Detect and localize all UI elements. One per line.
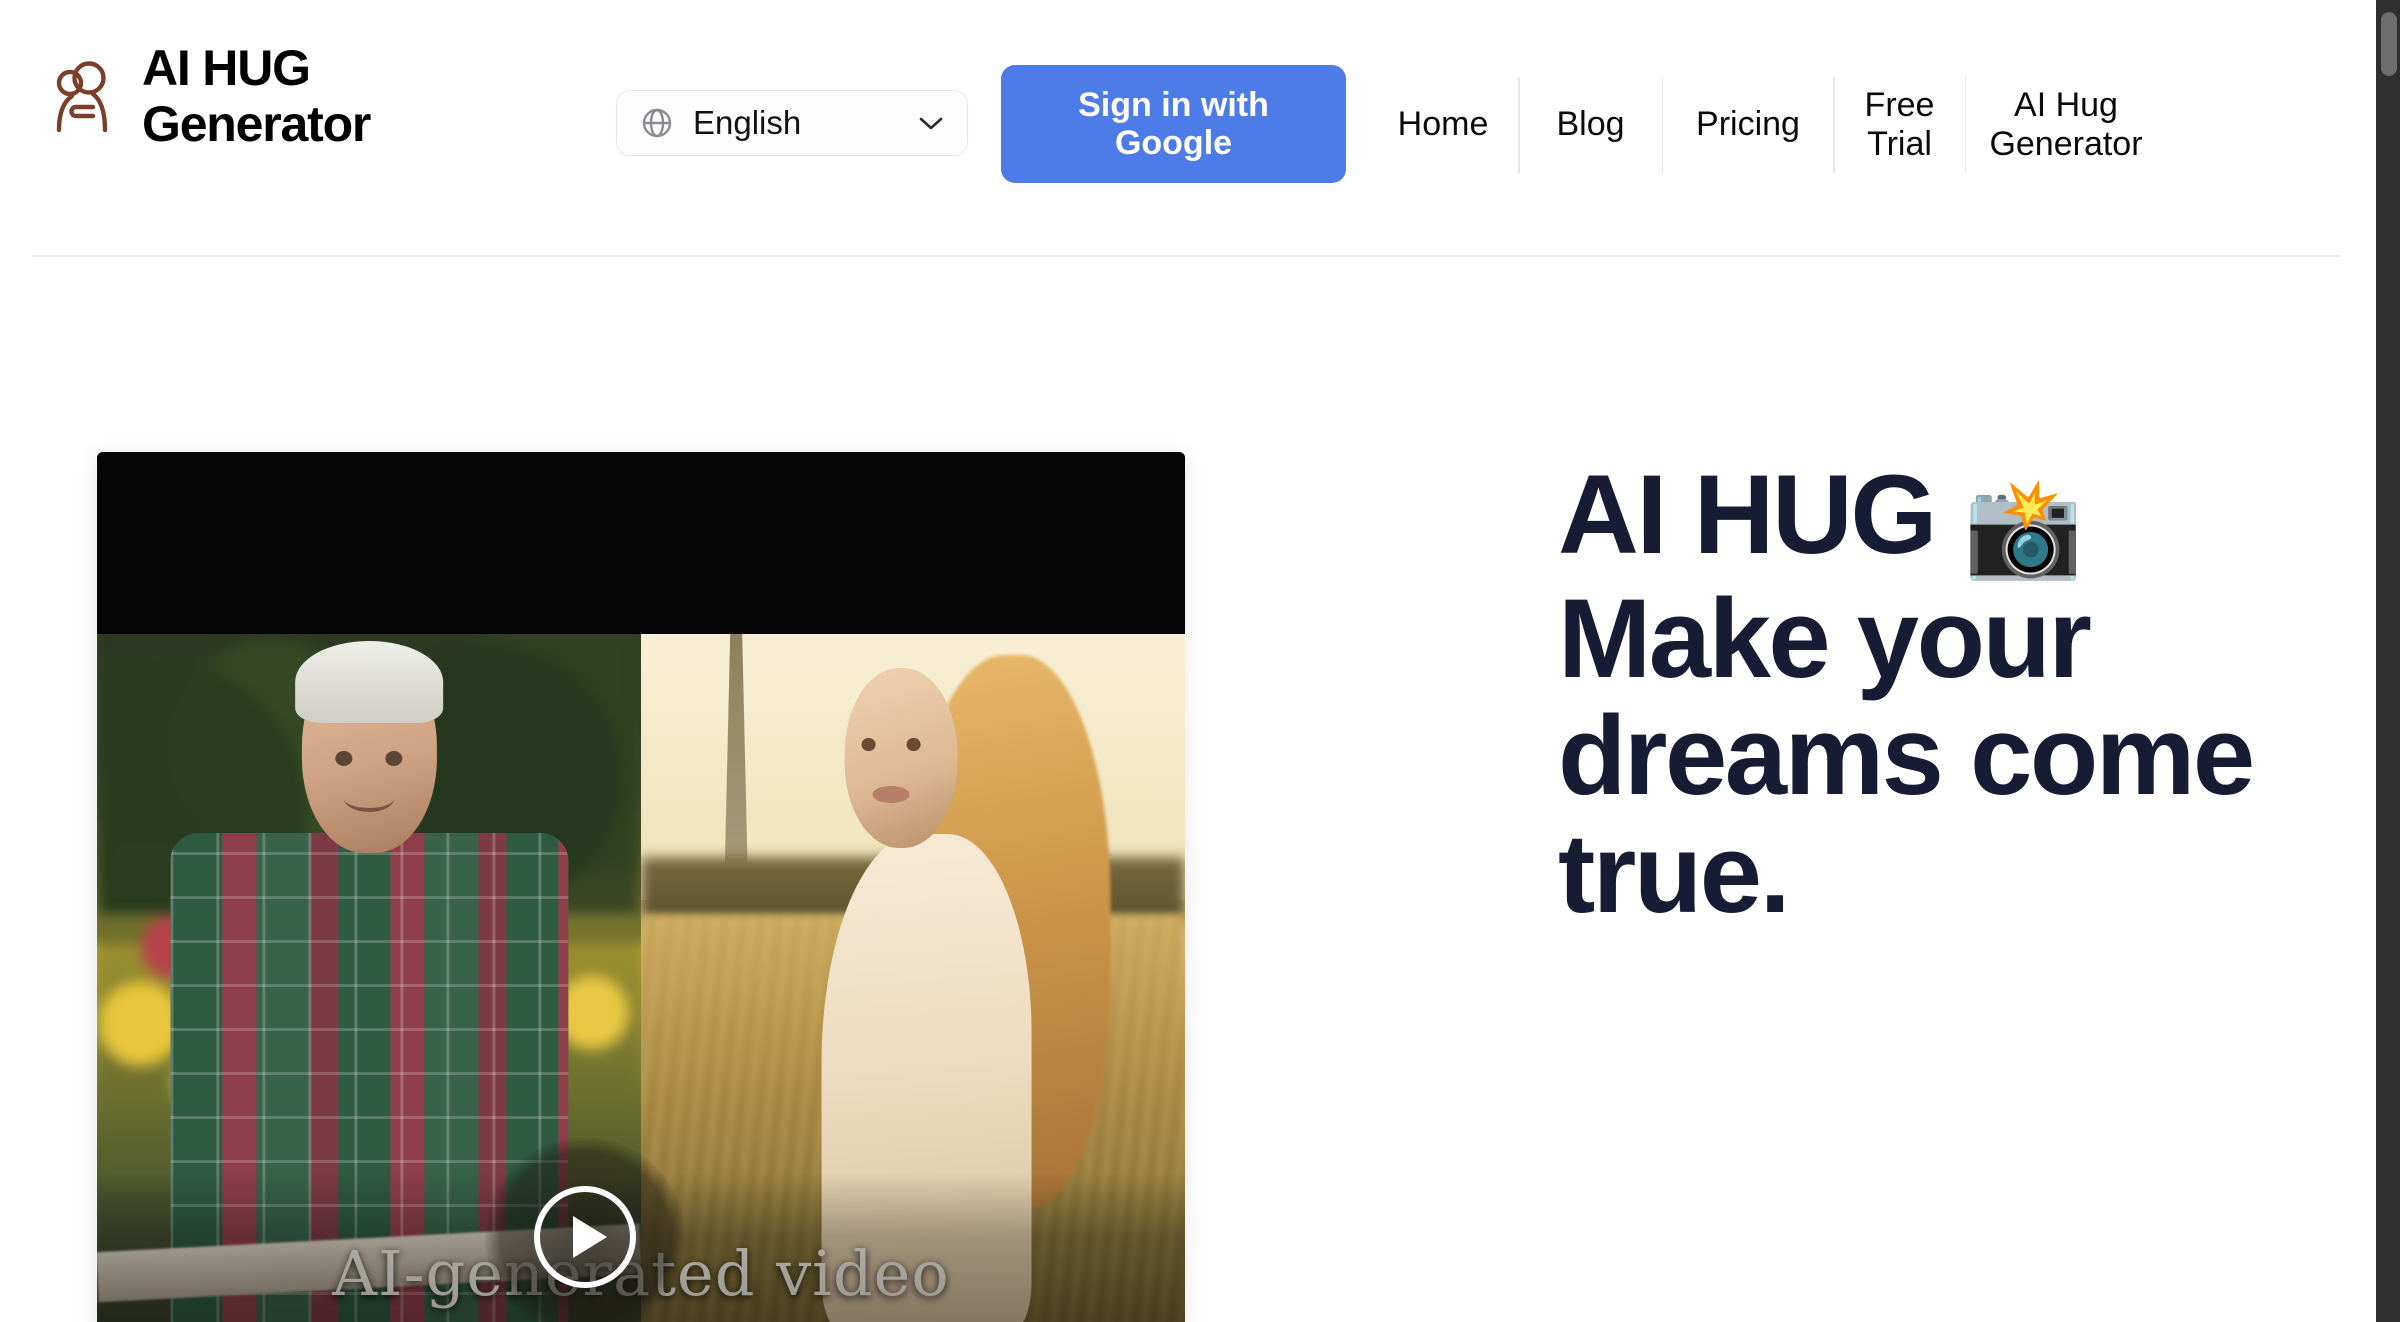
hero-video-player[interactable]: Grandfather (deceased) Granddaughter xyxy=(97,452,1185,1322)
nav-item-home[interactable]: Home xyxy=(1368,65,1518,185)
site-header: AI HUG Generator English Sign in with Go… xyxy=(0,0,2340,257)
hero-title: AI HUG 📸 Make your dreams come true. xyxy=(1558,456,2258,933)
nav-item-blog[interactable]: Blog xyxy=(1520,65,1662,185)
scrollbar-thumb[interactable] xyxy=(2381,12,2397,76)
play-icon[interactable] xyxy=(485,1137,685,1322)
nav-item-ai-hug-generator[interactable]: AI Hug Generator xyxy=(1966,65,2166,185)
language-value: English xyxy=(693,104,802,141)
page-root: AI HUG Generator English Sign in with Go… xyxy=(0,0,2400,1322)
video-label-bar xyxy=(97,452,1185,634)
hero-section: Grandfather (deceased) Granddaughter xyxy=(0,256,2340,1322)
globe-icon xyxy=(639,105,675,141)
nav-item-pricing[interactable]: Pricing xyxy=(1663,65,1833,185)
page-scrollbar[interactable] xyxy=(2376,0,2400,1322)
camera-flash-icon: 📸 xyxy=(1963,475,2084,582)
chevron-down-icon xyxy=(917,114,945,132)
main-nav: Home Blog Pricing Free Trial AI Hug Gene… xyxy=(1368,60,2268,190)
language-selector[interactable]: English xyxy=(616,90,968,156)
brand-title: AI HUG Generator xyxy=(142,40,371,152)
hero-title-line2: Make your xyxy=(1558,575,2092,701)
two-people-hug-icon xyxy=(48,58,118,134)
signin-with-google-button[interactable]: Sign in with Google xyxy=(1001,65,1346,183)
hero-title-line3: dreams xyxy=(1558,693,1944,819)
nav-item-free-trial[interactable]: Free Trial xyxy=(1835,65,1965,185)
hero-copy: AI HUG 📸 Make your dreams come true. xyxy=(1558,456,2258,933)
brand-logo[interactable]: AI HUG Generator xyxy=(48,40,478,152)
hero-title-line1: AI HUG xyxy=(1558,452,1938,577)
